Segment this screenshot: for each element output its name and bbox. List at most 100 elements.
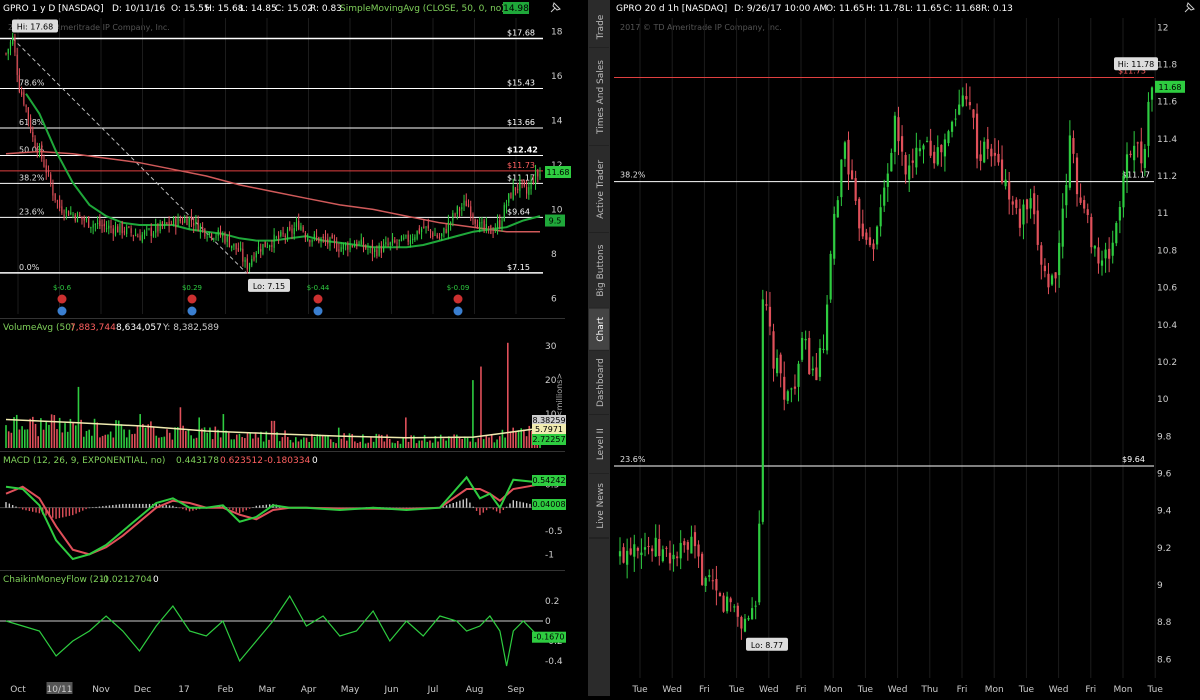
volume-bar <box>184 431 187 448</box>
volume-bar <box>421 440 423 448</box>
volume-bar <box>241 437 243 448</box>
candle <box>382 239 385 253</box>
volume-axis-unit: <millions> <box>555 373 564 417</box>
candle <box>97 216 99 229</box>
volume-bar <box>29 418 31 448</box>
candle <box>423 219 425 229</box>
candle <box>481 216 483 230</box>
macd-hist-bar <box>449 504 451 508</box>
volume-bar <box>32 416 34 448</box>
x-tick-label: Wed <box>759 685 779 695</box>
volume-bar <box>303 437 305 448</box>
candle <box>405 234 407 239</box>
cmf-header-study[interactable]: ChaikinMoneyFlow (21) <box>3 575 108 585</box>
volume-bar <box>429 440 431 448</box>
macd-hist-bar <box>475 507 478 511</box>
candle <box>503 202 505 222</box>
candle <box>103 219 105 233</box>
candle <box>72 212 74 219</box>
volume-bar <box>107 434 109 448</box>
candle <box>447 214 449 240</box>
candle <box>112 225 114 241</box>
candle <box>34 135 36 148</box>
earnings-icon <box>187 294 197 304</box>
candle <box>494 223 496 233</box>
x-tick-label: Fri <box>957 685 968 695</box>
sidebar-tab-active-trader[interactable]: Active Trader <box>589 146 609 234</box>
candle <box>427 218 429 231</box>
candle <box>52 179 54 201</box>
candle <box>315 229 318 242</box>
sidebar-tab-level-ii[interactable]: Level II <box>589 414 609 475</box>
sidebar-tab-chart[interactable]: Chart <box>589 308 609 351</box>
candle <box>441 233 443 241</box>
macd-hist-bar <box>108 505 111 508</box>
volume-bar <box>286 436 289 448</box>
volume-bar <box>262 441 265 448</box>
left-header-low: L: 14.85 <box>240 4 277 14</box>
sidebar-tab-times-and-sales[interactable]: Times And Sales <box>589 48 609 147</box>
sidebar-tab-big-buttons[interactable]: Big Buttons <box>589 232 609 309</box>
candle <box>262 243 264 256</box>
candle <box>329 236 331 251</box>
volume-bar <box>233 439 235 448</box>
macd-hist-bar <box>502 507 504 510</box>
volume-bar <box>335 443 337 448</box>
candle <box>418 225 420 235</box>
sidebar-tab-live-news[interactable]: Live News <box>589 473 609 539</box>
y-tick-label: 9.4 <box>1157 507 1172 517</box>
candle <box>282 226 284 237</box>
candle <box>14 33 16 57</box>
candle <box>722 592 725 613</box>
volume-bar <box>227 432 230 448</box>
cmf-header-v2: 0 <box>153 575 159 585</box>
macd-hist-bar <box>15 506 17 508</box>
volume-bar <box>289 439 292 448</box>
volume-bar <box>340 438 343 448</box>
volume-bar <box>498 436 501 448</box>
candle <box>293 222 295 240</box>
sidebar-tab-trade[interactable]: Trade <box>589 6 609 49</box>
candle <box>143 229 146 240</box>
sidebar-tab-dashboard[interactable]: Dashboard <box>589 350 609 416</box>
candle <box>347 241 349 257</box>
candle <box>63 209 65 221</box>
volume-bar <box>66 431 69 448</box>
volume-bar <box>418 440 421 448</box>
candle <box>342 242 344 255</box>
macd-hist-bar <box>25 507 27 511</box>
left-header-study[interactable]: SimpleMovingAvg (CLOSE, 50, 0, no) <box>340 4 505 14</box>
volume-bar <box>193 438 195 448</box>
x-tick-label: Thu <box>920 685 938 695</box>
macd-hist-bar <box>32 507 34 512</box>
volume-bar <box>225 430 227 448</box>
candle <box>467 199 470 208</box>
candle <box>61 199 63 215</box>
volume-bar <box>332 442 335 448</box>
candle <box>152 230 155 238</box>
x-tick-label: Aug <box>466 685 484 695</box>
candle <box>300 222 302 231</box>
candle <box>353 240 356 248</box>
candle <box>271 239 273 253</box>
candle <box>514 187 517 196</box>
volume-bar <box>18 429 21 448</box>
red-level-label: $11.73 <box>507 161 535 170</box>
volume-bar <box>206 432 209 448</box>
sidebar-tab-label: Dashboard <box>596 358 606 407</box>
volume-bar <box>244 438 246 448</box>
last-price-text: 11.68 <box>547 168 570 177</box>
volume-bar <box>5 425 7 448</box>
hi-label: Hi: 17.68 <box>17 22 53 31</box>
volume-bar <box>324 435 327 448</box>
candle <box>295 217 298 232</box>
candle <box>286 226 289 242</box>
candle <box>137 233 139 238</box>
macd-hist-bar <box>132 503 134 508</box>
x-tick-label: Tue <box>857 685 874 695</box>
volume-header-study[interactable]: VolumeAvg (50) <box>3 323 74 333</box>
macd-header-study[interactable]: MACD (12, 26, 9, EXPONENTIAL, no) <box>3 456 165 466</box>
candle <box>141 232 143 244</box>
candle <box>438 233 441 240</box>
volume-bar <box>327 435 329 448</box>
